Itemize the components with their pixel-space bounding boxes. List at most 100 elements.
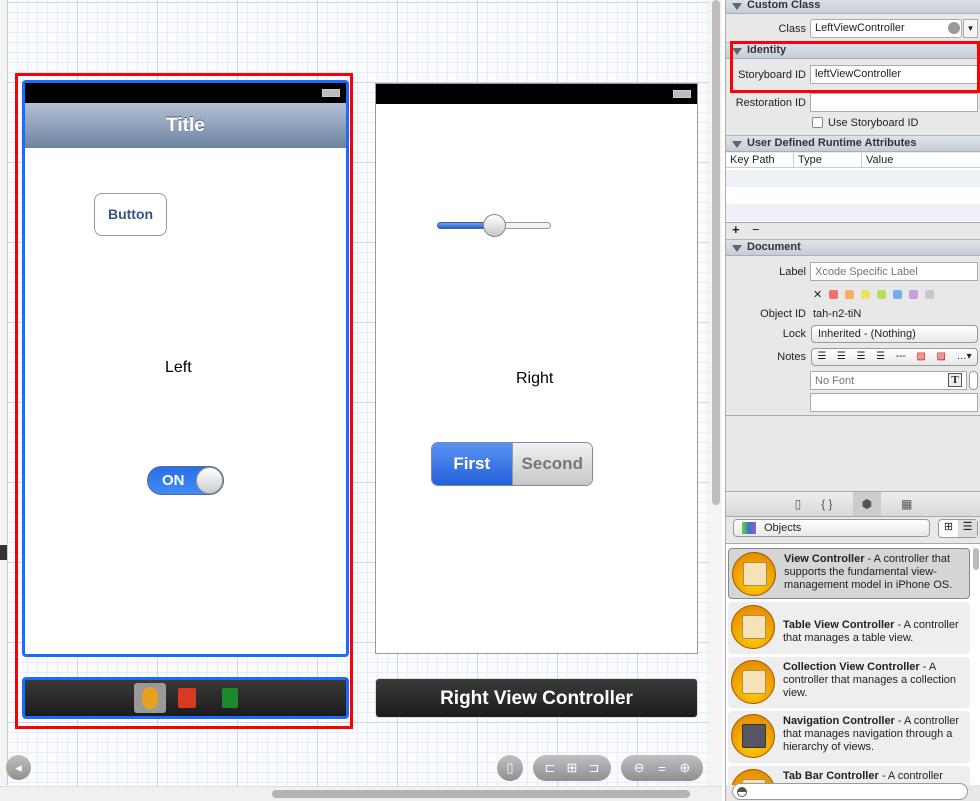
column-value[interactable]: Value <box>862 153 893 167</box>
exit-icon[interactable] <box>221 688 238 708</box>
document-header[interactable]: Document <box>726 239 980 256</box>
file-template-icon[interactable]: ▯ <box>795 492 802 516</box>
restoration-id-field[interactable] <box>810 93 978 112</box>
media-library-icon[interactable]: ▦ <box>901 492 912 516</box>
library-item-view-controller[interactable]: View Controller - A controller that supp… <box>728 548 970 599</box>
label-color-swatches[interactable]: ✕ <box>813 288 941 301</box>
runtime-attributes-table[interactable]: Key Path Type Value <box>726 153 980 223</box>
switch[interactable]: ON <box>147 466 224 495</box>
object-id-value: tah-n2-tiN <box>813 308 862 320</box>
font-picker-icon[interactable]: T <box>948 373 962 387</box>
color-orange[interactable] <box>845 290 855 299</box>
right-label[interactable]: Right <box>516 370 553 388</box>
scene-connector-handle[interactable] <box>0 545 7 560</box>
layout-buttons[interactable]: ⊏ ⊞ ⊐ <box>533 755 611 781</box>
navigation-controller-icon <box>731 714 775 758</box>
font-stepper[interactable] <box>969 371 978 390</box>
align-center-icon[interactable]: ☰ <box>837 349 846 365</box>
label-label: Label <box>779 266 806 278</box>
notes-alignment-toolbar[interactable]: ☰ ☰ ☰ ☰ --- ▨ ▨ …▾ <box>811 348 978 366</box>
view-controller-icon[interactable] <box>133 683 166 713</box>
segment-second[interactable]: Second <box>511 443 592 485</box>
object-id-label: Object ID <box>760 308 806 320</box>
form-factor-button[interactable]: ▯ <box>497 755 523 781</box>
zoom-buttons[interactable]: ⊖ = ⊕ <box>621 755 703 781</box>
color-blue[interactable] <box>893 290 903 299</box>
font-field[interactable] <box>810 371 967 390</box>
grid-view-icon[interactable]: ⊞ <box>939 520 958 537</box>
no-text-color-icon[interactable]: ▨ <box>936 349 945 365</box>
button[interactable]: Button <box>94 193 167 236</box>
library-item-collection-view-controller[interactable]: Collection View Controller - A controlle… <box>728 657 970 708</box>
status-bar <box>25 83 346 103</box>
left-view-controller-scene[interactable]: Title Button Left ON <box>22 80 349 657</box>
resize-icon[interactable]: ⊐ <box>589 760 600 776</box>
switch-label: ON <box>162 472 185 489</box>
library-item-table-view-controller[interactable]: Table View Controller - A controller tha… <box>728 602 970 654</box>
use-storyboard-id-checkbox[interactable] <box>812 117 823 128</box>
notes-label: Notes <box>777 351 806 363</box>
segment-first[interactable]: First <box>432 443 512 485</box>
code-snippet-icon[interactable]: { } <box>821 492 832 516</box>
no-color-icon[interactable]: ▨ <box>916 349 925 365</box>
zoom-out-icon[interactable]: ⊖ <box>634 760 645 776</box>
column-key-path[interactable]: Key Path <box>726 153 794 167</box>
zoom-in-icon[interactable]: ⊕ <box>679 760 690 776</box>
custom-class-header[interactable]: Custom Class <box>726 0 980 14</box>
divider <box>726 415 980 416</box>
class-go-icon[interactable] <box>948 22 960 34</box>
list-view-icon[interactable]: ☰ <box>958 520 977 537</box>
xcode-label-field[interactable] <box>810 262 978 281</box>
storyboard-canvas[interactable]: Title Button Left ON Right First Second … <box>0 0 722 801</box>
left-scene-dock[interactable] <box>22 677 349 719</box>
right-scene-dock[interactable]: Right View Controller <box>375 678 698 718</box>
column-type[interactable]: Type <box>794 153 862 167</box>
color-red[interactable] <box>829 290 839 299</box>
library-item-navigation-controller[interactable]: Navigation Controller - A controller tha… <box>728 711 970 763</box>
right-view-controller-scene[interactable]: Right First Second <box>375 83 698 654</box>
library-tab-bar: ▯ { } ⬢ ▦ <box>726 491 980 517</box>
left-label[interactable]: Left <box>165 359 192 377</box>
search-filter-icon <box>737 787 747 797</box>
color-yellow[interactable] <box>861 290 871 299</box>
navigation-bar[interactable]: Title <box>25 103 346 148</box>
color-purple[interactable] <box>909 290 919 299</box>
add-attribute-button[interactable]: + <box>732 222 740 237</box>
notes-text-area[interactable] <box>810 393 978 412</box>
library-search-field[interactable] <box>732 783 968 800</box>
align-icon[interactable]: ⊏ <box>545 760 556 776</box>
lock-label: Lock <box>782 328 806 340</box>
object-library-icon[interactable]: ⬢ <box>852 492 882 516</box>
more-icon[interactable]: …▾ <box>957 349 972 365</box>
battery-icon <box>322 89 340 97</box>
align-left-icon[interactable]: ☰ <box>817 349 826 365</box>
vertical-scrollbar[interactable] <box>712 0 720 505</box>
library-list[interactable]: View Controller - A controller that supp… <box>726 543 980 785</box>
separator-icon[interactable]: --- <box>896 349 906 365</box>
library-filter-value: Objects <box>764 522 802 534</box>
horizontal-scrollbar[interactable] <box>272 790 690 798</box>
color-gray[interactable] <box>925 290 935 299</box>
color-green[interactable] <box>877 290 887 299</box>
lock-popup[interactable]: Inherited - (Nothing) <box>811 325 978 343</box>
align-right-icon[interactable]: ☰ <box>857 349 866 365</box>
class-dropdown-button[interactable]: ▼ <box>963 19 978 38</box>
first-responder-icon[interactable] <box>177 688 196 708</box>
slider-thumb[interactable] <box>483 214 506 237</box>
library-scrollbar[interactable] <box>973 548 979 570</box>
runtime-attributes-header[interactable]: User Defined Runtime Attributes <box>726 135 980 152</box>
library-filter-popup[interactable]: Objects <box>733 519 930 537</box>
zoom-actual-icon[interactable]: = <box>658 761 666 776</box>
library-view-toggle[interactable]: ⊞ ☰ <box>938 519 978 538</box>
justify-icon[interactable]: ☰ <box>876 349 885 365</box>
use-storyboard-id-label[interactable]: Use Storyboard ID <box>828 117 918 129</box>
canvas-left-edge <box>0 0 8 785</box>
pin-icon[interactable]: ⊞ <box>567 760 578 776</box>
slider[interactable] <box>437 214 552 237</box>
segmented-control[interactable]: First Second <box>431 442 593 486</box>
remove-attribute-button[interactable]: − <box>752 222 760 237</box>
collection-view-controller-icon <box>731 660 775 704</box>
toggle-document-outline-button[interactable]: ◂ <box>6 755 31 780</box>
class-combobox[interactable]: LeftViewController <box>810 19 962 38</box>
clear-color-icon[interactable]: ✕ <box>813 288 822 301</box>
